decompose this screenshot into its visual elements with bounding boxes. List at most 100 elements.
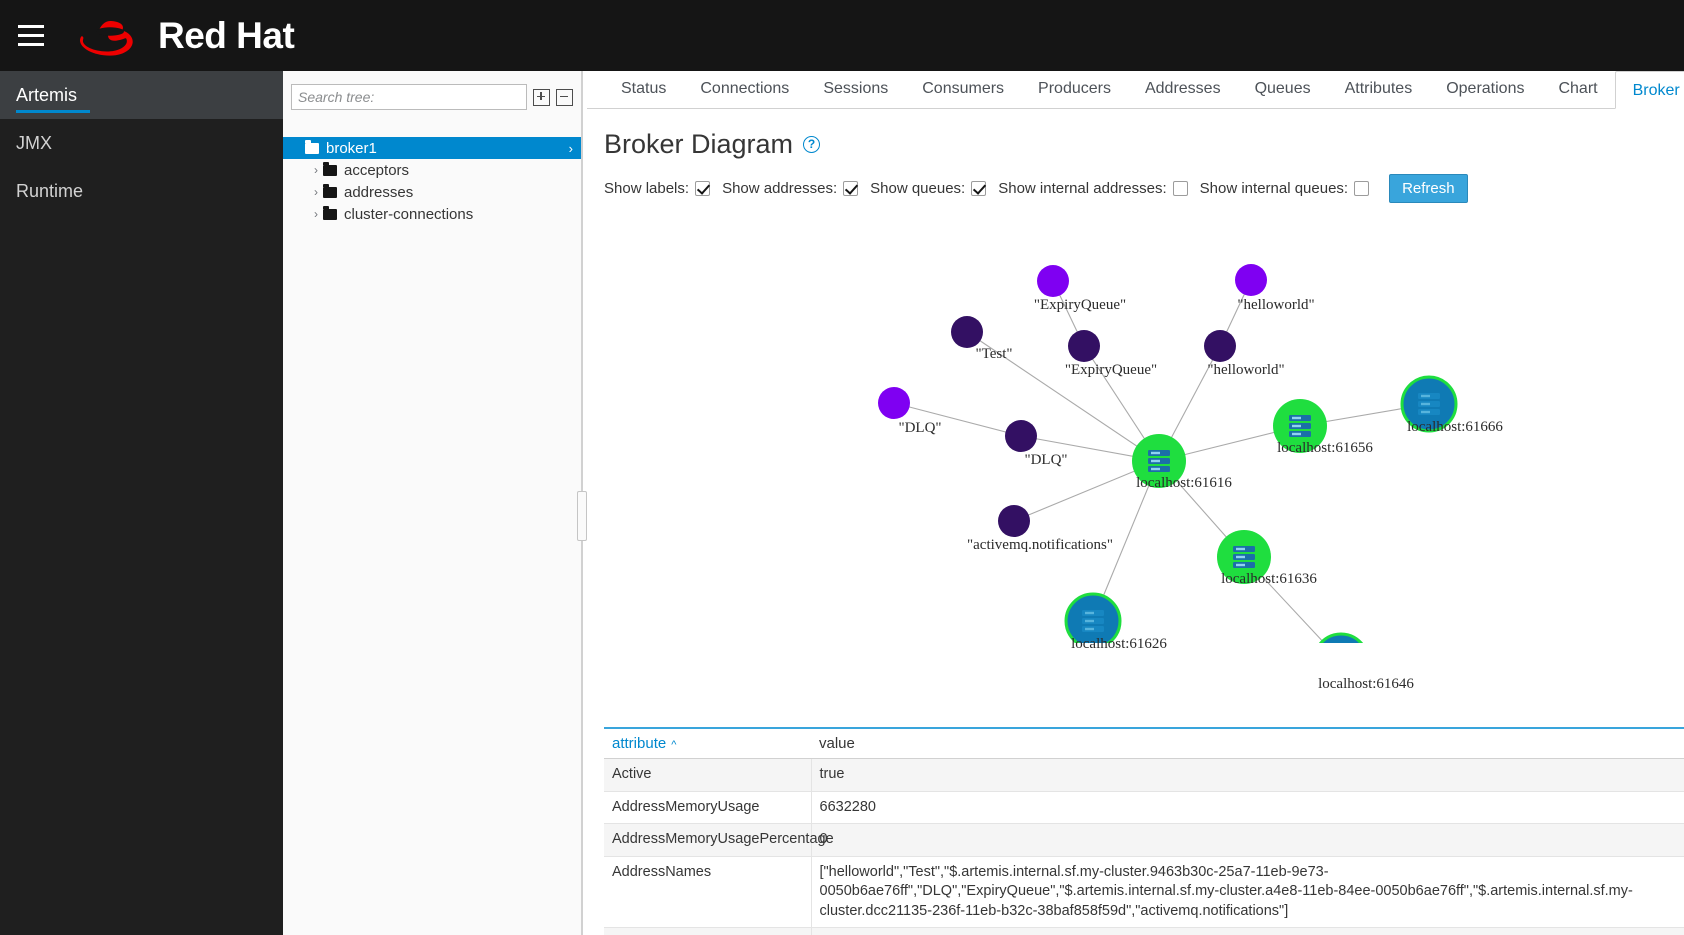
show-queues-label: Show queues: (870, 180, 965, 197)
tree-toolbar (283, 71, 581, 123)
broker-diagram-canvas[interactable]: "ExpiryQueue" "helloworld" "Test" "ExpiryQu… (587, 203, 1684, 643)
table-row[interactable]: AddressMemoryUsagePercentage 0 (604, 824, 1684, 857)
diagram-node-queue[interactable] (998, 505, 1030, 537)
show-internal-queues-label: Show internal queues: (1200, 180, 1348, 197)
show-labels-checkbox[interactable] (695, 181, 710, 196)
show-queues-checkbox[interactable] (971, 181, 986, 196)
column-header-value[interactable]: value (811, 728, 1684, 759)
table-row[interactable]: AddressMemoryUsage 6632280 (604, 791, 1684, 824)
tree-node-cluster-connections[interactable]: › cluster-connections (283, 203, 581, 225)
tab-operations[interactable]: Operations (1429, 71, 1541, 108)
refresh-button[interactable]: Refresh (1389, 174, 1468, 203)
folder-icon (323, 187, 337, 198)
diagram-node-address[interactable] (878, 387, 910, 419)
diagram-node-queue[interactable] (1068, 330, 1100, 362)
sidebar-item-jmx[interactable]: JMX (0, 119, 283, 167)
page-title: Broker Diagram (604, 129, 793, 160)
attribute-value-cell: true (811, 928, 1684, 935)
show-addresses-checkbox[interactable] (843, 181, 858, 196)
diagram-node-label: localhost:61656 (1277, 440, 1373, 457)
server-icon (1418, 393, 1440, 415)
diagram-node-label: localhost:61626 (1071, 636, 1167, 653)
sidebar-item-artemis[interactable]: Artemis (0, 71, 283, 119)
attribute-value-cell: 6632280 (811, 791, 1684, 824)
diagram-node-label: localhost:61636 (1221, 571, 1317, 588)
diagram-node-address[interactable] (1037, 265, 1069, 297)
attribute-value-cell: 0 (811, 824, 1684, 857)
brand-label: Red Hat (158, 15, 294, 57)
tab-connections[interactable]: Connections (683, 71, 806, 108)
tab-queues[interactable]: Queues (1238, 71, 1328, 108)
server-icon (1233, 546, 1255, 568)
sidebar-item-runtime[interactable]: Runtime (0, 167, 283, 215)
page-header: Broker Diagram ? (587, 109, 1684, 160)
collapse-all-icon[interactable] (556, 89, 573, 106)
attribute-name-cell: AsyncConnectionExecutionEnabled (604, 928, 811, 935)
red-hat-logo (66, 8, 152, 64)
tab-sessions[interactable]: Sessions (806, 71, 905, 108)
table-row[interactable]: Active true (604, 759, 1684, 792)
folder-icon (323, 165, 337, 176)
tab-addresses[interactable]: Addresses (1128, 71, 1238, 108)
diagram-node-label: "helloworld" (1237, 297, 1314, 314)
diagram-node-connector[interactable] (1314, 634, 1368, 643)
show-internal-addresses-checkbox[interactable] (1173, 181, 1188, 196)
masthead: Red Hat (0, 0, 1684, 71)
diagram-node-label: "Test" (975, 346, 1012, 363)
expand-all-icon[interactable] (533, 89, 550, 106)
folder-icon (323, 209, 337, 220)
splitter-grip[interactable] (577, 491, 587, 541)
tree-node-label: broker1 (326, 140, 377, 157)
tree-node-label: acceptors (344, 162, 409, 179)
chevron-down-icon[interactable]: ⱟ (291, 141, 305, 155)
sidebar-item-label: Artemis (16, 85, 77, 106)
hamburger-menu-icon[interactable] (0, 0, 62, 71)
tree-node-label: cluster-connections (344, 206, 473, 223)
tab-attributes[interactable]: Attributes (1328, 71, 1430, 108)
diagram-node-label: "ExpiryQueue" (1065, 362, 1157, 379)
chevron-right-icon[interactable]: › (309, 185, 323, 199)
column-header-attribute[interactable]: attribute ^ (604, 728, 811, 759)
attributes-table: attribute ^ value Active true AddressMemory… (604, 727, 1684, 935)
help-circle-icon[interactable]: ? (803, 136, 820, 153)
show-labels-label: Show labels: (604, 180, 689, 197)
chevron-right-icon[interactable]: › (309, 207, 323, 221)
tree-node-addresses[interactable]: › addresses (283, 181, 581, 203)
show-internal-addresses-label: Show internal addresses: (998, 180, 1166, 197)
tab-chart[interactable]: Chart (1541, 71, 1614, 108)
diagram-node-queue[interactable] (951, 316, 983, 348)
diagram-node-label: "DLQ" (1024, 452, 1067, 469)
diagram-node-queue[interactable] (1204, 330, 1236, 362)
show-internal-queues-checkbox[interactable] (1354, 181, 1369, 196)
table-row[interactable]: AsyncConnectionExecutionEnabledtrue (604, 928, 1684, 935)
table-row[interactable]: AddressNames ["helloworld","Test","$.arte… (604, 856, 1684, 928)
tab-bar: Status Connections Sessions Consumers Pr… (587, 71, 1684, 109)
server-icon (1148, 450, 1170, 472)
left-navigation: Artemis JMX Runtime (0, 71, 283, 935)
chevron-right-icon[interactable]: › (309, 163, 323, 177)
tab-consumers[interactable]: Consumers (905, 71, 1021, 108)
diagram-node-label: localhost:61616 (1136, 475, 1232, 492)
diagram-node-label: localhost:61666 (1407, 419, 1503, 436)
attribute-name-cell: AddressMemoryUsage (604, 791, 811, 824)
tab-status[interactable]: Status (604, 71, 683, 108)
tab-producers[interactable]: Producers (1021, 71, 1128, 108)
tree-node-broker1[interactable]: ⱟ broker1 › (283, 137, 581, 159)
server-icon (1289, 415, 1311, 437)
tree-node-acceptors[interactable]: › acceptors (283, 159, 581, 181)
brand[interactable]: Red Hat (66, 8, 294, 64)
main-content: Status Connections Sessions Consumers Pr… (587, 71, 1684, 935)
attributes-table-container[interactable]: attribute ^ value Active true AddressMemory… (587, 727, 1684, 935)
search-tree-input[interactable] (291, 84, 527, 110)
show-addresses-label: Show addresses: (722, 180, 837, 197)
diagram-node-address[interactable] (1235, 264, 1267, 296)
diagram-node-label: localhost:61646 (1318, 676, 1414, 693)
diagram-node-queue[interactable] (1005, 420, 1037, 452)
server-icon (1082, 610, 1104, 632)
diagram-node-label: "ExpiryQueue" (1034, 297, 1126, 314)
tab-broker-diagram[interactable]: Broker diagram (1615, 71, 1684, 109)
attribute-name-cell: AddressNames (604, 856, 811, 928)
panel-splitter[interactable] (577, 71, 587, 935)
chevron-right-icon[interactable]: › (569, 141, 573, 156)
diagram-graph (587, 203, 1684, 643)
